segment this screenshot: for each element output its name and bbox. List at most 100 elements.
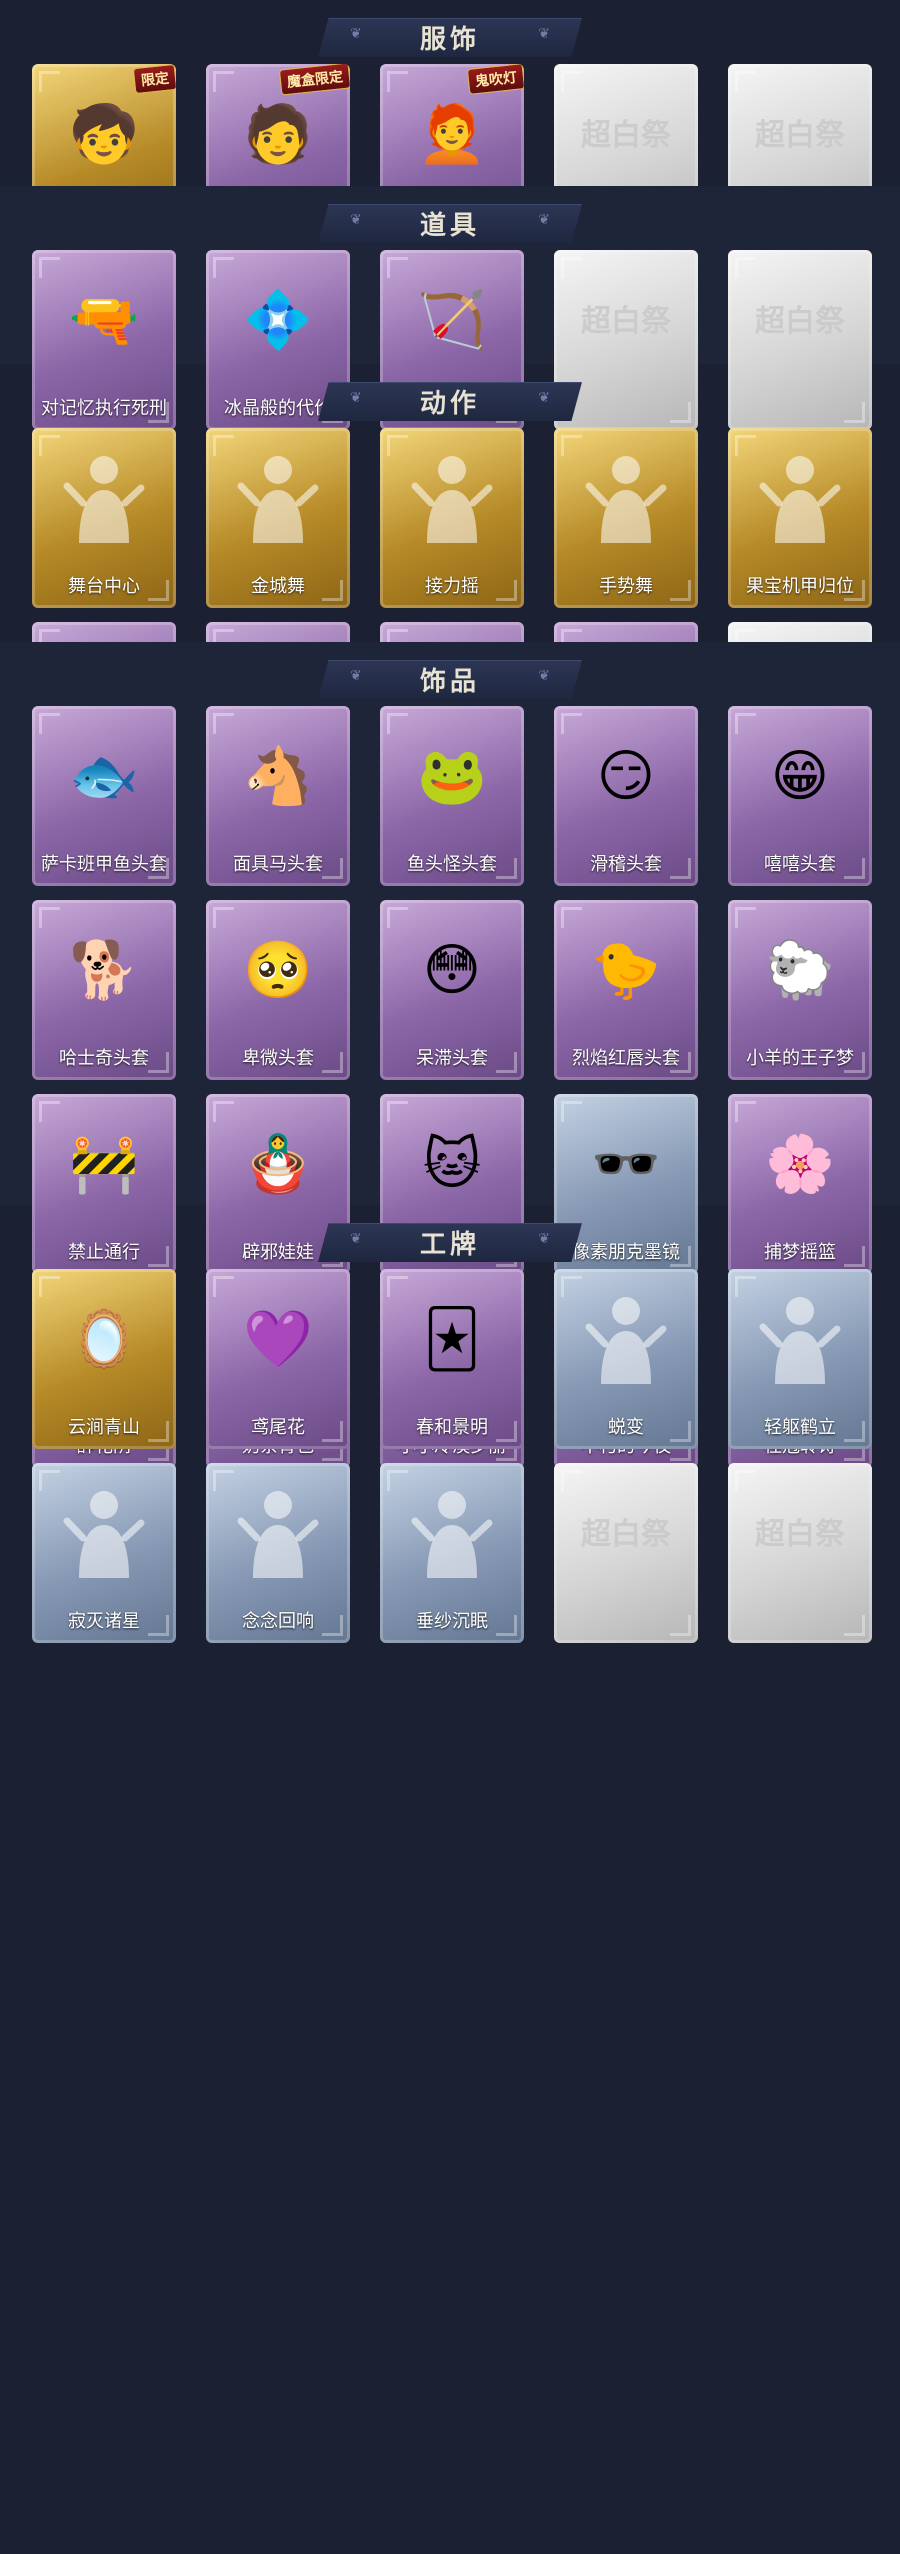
silhouette-icon bbox=[54, 448, 154, 548]
silhouette-icon bbox=[576, 448, 676, 548]
section-header: ❦ ❦ 道具 bbox=[318, 198, 582, 248]
item-label: 轻躯鹤立 bbox=[764, 1417, 836, 1437]
item-art-icon: 🧑 bbox=[243, 102, 313, 165]
item-card[interactable]: 金城舞 bbox=[206, 428, 350, 608]
item-label: 萨卡班甲鱼头套 bbox=[41, 854, 167, 874]
item-art-icon: 💠 bbox=[243, 288, 313, 351]
item-art-icon: 🏹 bbox=[417, 288, 487, 351]
item-card[interactable]: 手势舞 bbox=[554, 428, 698, 608]
placeholder-logo: 超白祭 bbox=[581, 119, 671, 152]
card-frame bbox=[554, 1463, 698, 1643]
item-card[interactable]: 🃏 春和景明 bbox=[380, 1269, 524, 1449]
item-card[interactable]: 舞台中心 bbox=[32, 428, 176, 608]
item-card[interactable]: 🐕 哈士奇头套 bbox=[32, 900, 176, 1080]
card-frame bbox=[728, 1463, 872, 1643]
item-card[interactable]: 超白祭 bbox=[728, 1463, 872, 1643]
item-card[interactable]: 💜 鸢尾花 bbox=[206, 1269, 350, 1449]
swirl-left-icon: ❦ bbox=[350, 1230, 362, 1246]
item-card[interactable]: 🐑 小羊的王子梦 bbox=[728, 900, 872, 1080]
silhouette-icon bbox=[576, 1289, 676, 1389]
silhouette-icon bbox=[750, 448, 850, 548]
silhouette-icon bbox=[228, 1483, 328, 1583]
item-card[interactable]: 寂灭诸星 bbox=[32, 1463, 176, 1643]
item-art-icon: 🃏 bbox=[423, 1307, 481, 1370]
item-label: 金城舞 bbox=[251, 576, 305, 596]
item-art-icon: 🐸 bbox=[417, 744, 487, 807]
item-label: 卑微头套 bbox=[242, 1048, 314, 1068]
silhouette-icon bbox=[228, 448, 328, 548]
item-card[interactable]: 😳 呆滞头套 bbox=[380, 900, 524, 1080]
item-art-icon: 😁 bbox=[770, 744, 830, 807]
swirl-right-icon: ❦ bbox=[538, 667, 550, 683]
item-label: 念念回响 bbox=[242, 1611, 314, 1631]
item-art-icon: 🚧 bbox=[69, 1132, 139, 1195]
item-label: 手势舞 bbox=[599, 576, 653, 596]
section-header: ❦ ❦ 服饰 bbox=[318, 12, 582, 62]
item-label: 垂纱沉眠 bbox=[416, 1611, 488, 1631]
item-art-icon: 🐱 bbox=[422, 1132, 482, 1195]
item-art-icon: 🧒 bbox=[69, 102, 139, 165]
item-card[interactable]: 😏 滑稽头套 bbox=[554, 706, 698, 886]
swirl-left-icon: ❦ bbox=[350, 667, 362, 683]
item-card[interactable]: 果宝机甲归位 bbox=[728, 428, 872, 608]
section-title: 道具 bbox=[419, 209, 480, 240]
collection-page: ❦❦服饰🧒限定寻星记🧑魔盒限定石楠的哀伤🧑‍🦰鬼吹灯胡八一超白祭超白祭❦❦道具🔫… bbox=[0, 0, 900, 2554]
item-label: 接力摇 bbox=[425, 576, 479, 596]
item-label: 春和景明 bbox=[416, 1417, 488, 1437]
silhouette-icon bbox=[402, 1483, 502, 1583]
item-card[interactable]: 🥺 卑微头套 bbox=[206, 900, 350, 1080]
item-card[interactable]: 🐤 烈焰红唇头套 bbox=[554, 900, 698, 1080]
section-2: ❦❦动作舞台中心金城舞接力摇手势舞果宝机甲归位隆里电丝请你喝奶茶抬手举牌超白祭 bbox=[0, 364, 900, 802]
section-header: ❦ ❦ 动作 bbox=[318, 376, 582, 426]
silhouette-icon bbox=[750, 1289, 850, 1389]
item-art-icon: 😳 bbox=[422, 938, 482, 1001]
item-label: 寂灭诸星 bbox=[68, 1611, 140, 1631]
item-art-icon: 😏 bbox=[596, 744, 656, 807]
item-card[interactable]: 垂纱沉眠 bbox=[380, 1463, 524, 1643]
item-label: 烈焰红唇头套 bbox=[572, 1048, 680, 1068]
item-label: 呆滞头套 bbox=[416, 1048, 488, 1068]
section-title: 工牌 bbox=[419, 1228, 480, 1259]
placeholder-logo: 超白祭 bbox=[755, 305, 845, 338]
limited-badge: 限定 bbox=[132, 64, 176, 95]
swirl-right-icon: ❦ bbox=[538, 211, 550, 227]
item-card[interactable]: 😁 嘻嘻头套 bbox=[728, 706, 872, 886]
silhouette-icon bbox=[54, 1483, 154, 1583]
item-art-icon: 🪞 bbox=[69, 1307, 139, 1370]
item-card[interactable]: 🐟 萨卡班甲鱼头套 bbox=[32, 706, 176, 886]
item-label: 小羊的王子梦 bbox=[746, 1048, 854, 1068]
item-label: 滑稽头套 bbox=[590, 854, 662, 874]
section-title: 动作 bbox=[419, 387, 480, 418]
section-title: 服饰 bbox=[419, 23, 480, 54]
section-header: ❦ ❦ 工牌 bbox=[318, 1217, 582, 1267]
swirl-left-icon: ❦ bbox=[350, 211, 362, 227]
section-title: 饰品 bbox=[419, 665, 480, 696]
item-label: 果宝机甲归位 bbox=[746, 576, 854, 596]
item-art-icon: 🔫 bbox=[69, 288, 139, 351]
swirl-right-icon: ❦ bbox=[538, 389, 550, 405]
swirl-left-icon: ❦ bbox=[350, 25, 362, 41]
section-0: ❦❦服饰🧒限定寻星记🧑魔盒限定石楠的哀伤🧑‍🦰鬼吹灯胡八一超白祭超白祭 bbox=[0, 0, 900, 244]
item-card[interactable]: 接力摇 bbox=[380, 428, 524, 608]
item-card[interactable]: 念念回响 bbox=[206, 1463, 350, 1643]
item-art-icon: 🐟 bbox=[69, 744, 139, 807]
item-card[interactable]: 🪞 云涧青山 bbox=[32, 1269, 176, 1449]
item-label: 面具马头套 bbox=[233, 854, 323, 874]
section-3: ❦ ❦ 饰品 🐟 萨卡班甲鱼头套 🐴 面具马头套 🐸 鱼头怪头套 😏 滑稽头套 😁 嘻嘻头套 🐕 哈士奇头套… bbox=[0, 642, 900, 1468]
item-art-icon: 💜 bbox=[243, 1307, 313, 1370]
item-art-icon: 🥺 bbox=[243, 938, 313, 1001]
item-art-icon: 🐤 bbox=[591, 938, 661, 1001]
item-card[interactable]: 🐴 面具马头套 bbox=[206, 706, 350, 886]
item-card[interactable]: 轻躯鹤立 bbox=[728, 1269, 872, 1449]
section-4: ❦ ❦ 工牌 🪞 云涧青山 💜 鸢尾花 🃏 春和景明 蜕变 轻躯鹤立 寂灭诸星 念念回响 垂纱沉眠 超白祭 超… bbox=[0, 1205, 900, 1643]
item-art-icon: 🪆 bbox=[243, 1132, 313, 1195]
silhouette-icon bbox=[402, 448, 502, 548]
swirl-right-icon: ❦ bbox=[538, 25, 550, 41]
section-header: ❦ ❦ 饰品 bbox=[318, 654, 582, 704]
placeholder-logo: 超白祭 bbox=[755, 119, 845, 152]
item-card[interactable]: 蜕变 bbox=[554, 1269, 698, 1449]
item-art-icon: 🐴 bbox=[243, 744, 313, 807]
item-card[interactable]: 超白祭 bbox=[554, 1463, 698, 1643]
item-art-icon: 🕶️ bbox=[591, 1132, 661, 1195]
item-card[interactable]: 🐸 鱼头怪头套 bbox=[380, 706, 524, 886]
